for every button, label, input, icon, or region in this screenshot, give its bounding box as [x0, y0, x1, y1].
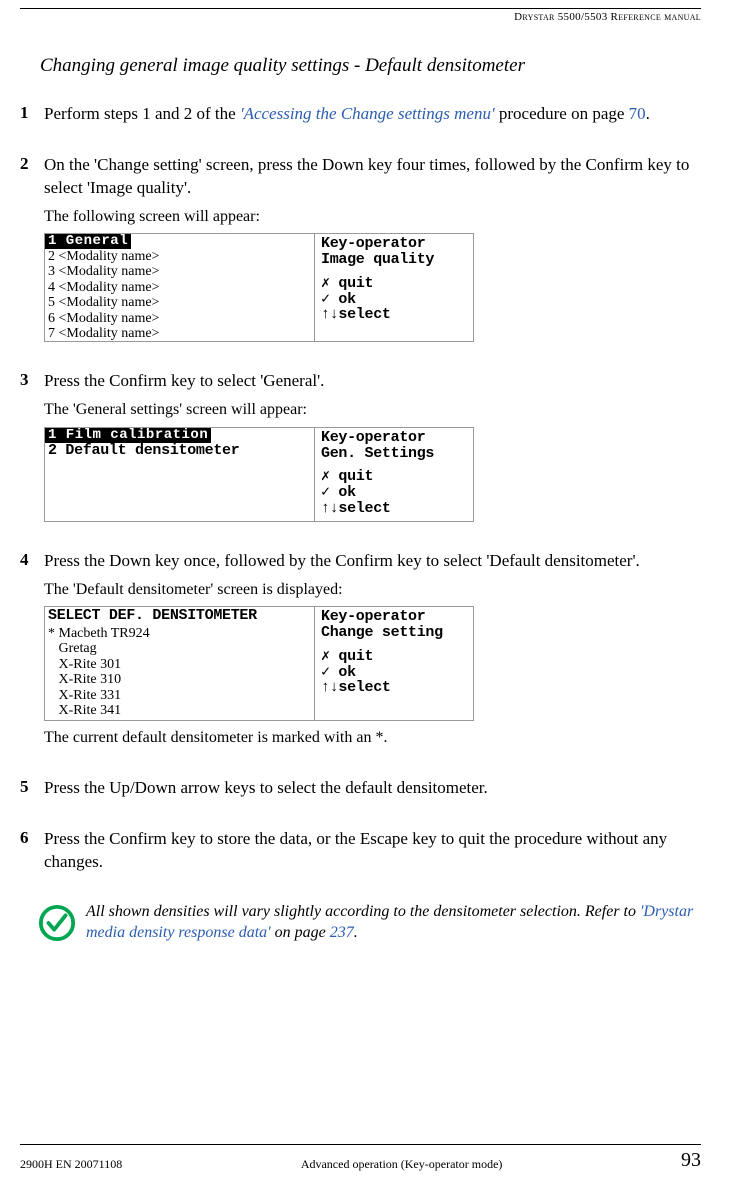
- lcd-row: X-Rite 301: [48, 657, 311, 672]
- lcd-row: X-Rite 310: [48, 672, 311, 687]
- lcd-row: Gretag: [48, 641, 311, 656]
- step-number: 6: [20, 828, 44, 880]
- lcd-row: 5 <Modality name>: [45, 295, 314, 310]
- lcd-image-quality: 1 General 2 <Modality name> 3 <Modality …: [44, 233, 474, 342]
- footer-doc-id: 2900H EN 20071108: [20, 1157, 122, 1172]
- lcd-selected-row: 1 General: [45, 234, 131, 249]
- step-follow-text: The 'General settings' screen will appea…: [44, 399, 701, 421]
- footer-page-number: 93: [681, 1149, 701, 1172]
- lcd-row: X-Rite 331: [48, 688, 311, 703]
- lcd-right-title-b: Gen. Settings: [321, 445, 434, 462]
- lcd-action-quit: ✗ quit: [321, 276, 469, 292]
- step-2: 2 On the 'Change setting' screen, press …: [20, 154, 701, 349]
- step-5: 5 Press the Up/Down arrow keys to select…: [20, 777, 701, 806]
- step-6: 6 Press the Confirm key to store the dat…: [20, 828, 701, 880]
- lcd-right-title-a: Key-operator: [321, 429, 425, 446]
- header-manual-title: Drystar 5500/5503 Reference manual: [20, 11, 701, 23]
- checkmark-icon: [38, 904, 76, 947]
- lcd-title: SELECT DEF. DENSITOMETER: [45, 607, 314, 624]
- lcd-row: 2 Default densitometer: [45, 443, 314, 459]
- lcd-action-quit: ✗ quit: [321, 649, 469, 665]
- step-follow-text: The following screen will appear:: [44, 206, 701, 228]
- step-number: 5: [20, 777, 44, 806]
- lcd-right-title-b: Change setting: [321, 624, 443, 641]
- lcd-action-select: ↑↓select: [321, 680, 469, 696]
- lcd-action-ok: ✓ ok: [321, 292, 469, 308]
- lcd-selected-row: 1 Film calibration: [45, 428, 211, 443]
- lcd-action-select: ↑↓select: [321, 307, 469, 323]
- step-text: procedure on page: [495, 104, 629, 123]
- lcd-row: 2 <Modality name>: [45, 249, 314, 264]
- page-footer: 2900H EN 20071108 Advanced operation (Ke…: [20, 1144, 701, 1172]
- step-after-text: The current default densitometer is mark…: [44, 727, 701, 749]
- lcd-right-title-b: Image quality: [321, 251, 434, 268]
- note-text: on page: [271, 924, 330, 941]
- lcd-row: 6 <Modality name>: [45, 311, 314, 326]
- lcd-row: * Macbeth TR924: [48, 626, 311, 641]
- step-text: Press the Up/Down arrow keys to select t…: [44, 777, 701, 800]
- link-accessing-menu[interactable]: 'Accessing the Change settings menu': [240, 104, 495, 123]
- lcd-row: X-Rite 341: [48, 703, 311, 718]
- lcd-right-title-a: Key-operator: [321, 235, 425, 252]
- section-title: Changing general image quality settings …: [40, 55, 701, 77]
- step-3: 3 Press the Confirm key to select 'Gener…: [20, 370, 701, 527]
- step-text: .: [646, 104, 650, 123]
- step-number: 3: [20, 370, 44, 527]
- step-number: 2: [20, 154, 44, 349]
- lcd-action-select: ↑↓select: [321, 501, 469, 517]
- step-text: On the 'Change setting' screen, press th…: [44, 154, 701, 200]
- step-text: Press the Confirm key to select 'General…: [44, 370, 701, 393]
- lcd-general-settings: 1 Film calibration 2 Default densitomete…: [44, 427, 474, 522]
- footer-section: Advanced operation (Key-operator mode): [301, 1157, 503, 1172]
- lcd-row: 3 <Modality name>: [45, 264, 314, 279]
- step-text: Perform steps 1 and 2 of the: [44, 104, 240, 123]
- step-number: 1: [20, 103, 44, 132]
- step-1: 1 Perform steps 1 and 2 of the 'Accessin…: [20, 103, 701, 132]
- step-4: 4 Press the Down key once, followed by t…: [20, 550, 701, 755]
- lcd-right-title-a: Key-operator: [321, 608, 425, 625]
- lcd-action-ok: ✓ ok: [321, 665, 469, 681]
- lcd-action-ok: ✓ ok: [321, 485, 469, 501]
- note-block: All shown densities will vary slightly a…: [38, 902, 701, 947]
- note-text: All shown densities will vary slightly a…: [86, 903, 640, 920]
- step-follow-text: The 'Default densitometer' screen is dis…: [44, 579, 701, 601]
- link-page-70[interactable]: 70: [629, 104, 646, 123]
- lcd-default-densitometer: SELECT DEF. DENSITOMETER * Macbeth TR924…: [44, 606, 474, 721]
- step-text: Press the Confirm key to store the data,…: [44, 828, 701, 874]
- lcd-action-quit: ✗ quit: [321, 469, 469, 485]
- step-number: 4: [20, 550, 44, 755]
- lcd-row: 4 <Modality name>: [45, 280, 314, 295]
- lcd-row: 7 <Modality name>: [45, 326, 314, 341]
- link-page-237[interactable]: 237: [330, 924, 354, 941]
- step-text: Press the Down key once, followed by the…: [44, 550, 701, 573]
- note-text: .: [354, 924, 358, 941]
